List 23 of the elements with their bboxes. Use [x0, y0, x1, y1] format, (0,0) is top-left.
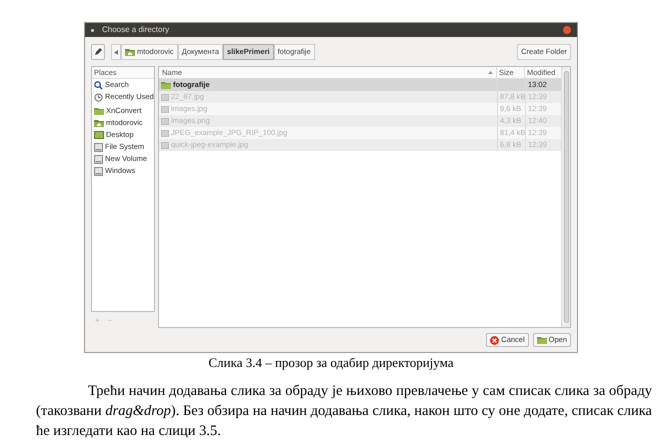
drive-icon [94, 142, 103, 152]
left-arrow-icon [114, 50, 118, 54]
edit-location-button[interactable] [91, 44, 105, 60]
figure-caption: Слика 3.4 – прозор за одабир директоријума [207, 354, 455, 372]
folder-icon [94, 107, 104, 115]
window-title: Choose a directory [102, 26, 170, 34]
pencil-icon [94, 48, 102, 56]
cancel-icon [490, 336, 500, 344]
drive-icon [94, 166, 103, 176]
home-folder-icon [125, 48, 135, 56]
back-button[interactable] [111, 44, 121, 60]
folder-icon [536, 336, 547, 344]
scrollbar[interactable] [561, 67, 570, 327]
clock-icon [94, 92, 103, 102]
search-icon [94, 80, 103, 90]
window-menu-icon[interactable] [91, 28, 94, 32]
folder-icon [161, 81, 171, 89]
sort-arrow-icon [488, 71, 493, 74]
close-button[interactable] [563, 26, 571, 34]
drive-icon [94, 154, 103, 164]
home-folder-icon [94, 119, 104, 127]
desktop-icon [94, 131, 104, 139]
body-paragraph: Трећи начин додавања слика за обраду је њихово превлачење у сам списак слика за обраду (такозвани drag&drop). Без обзира на начин додавања слика, након што су оне додате, списак слика ће изгледати као на слици 3.5. [36, 382, 652, 441]
